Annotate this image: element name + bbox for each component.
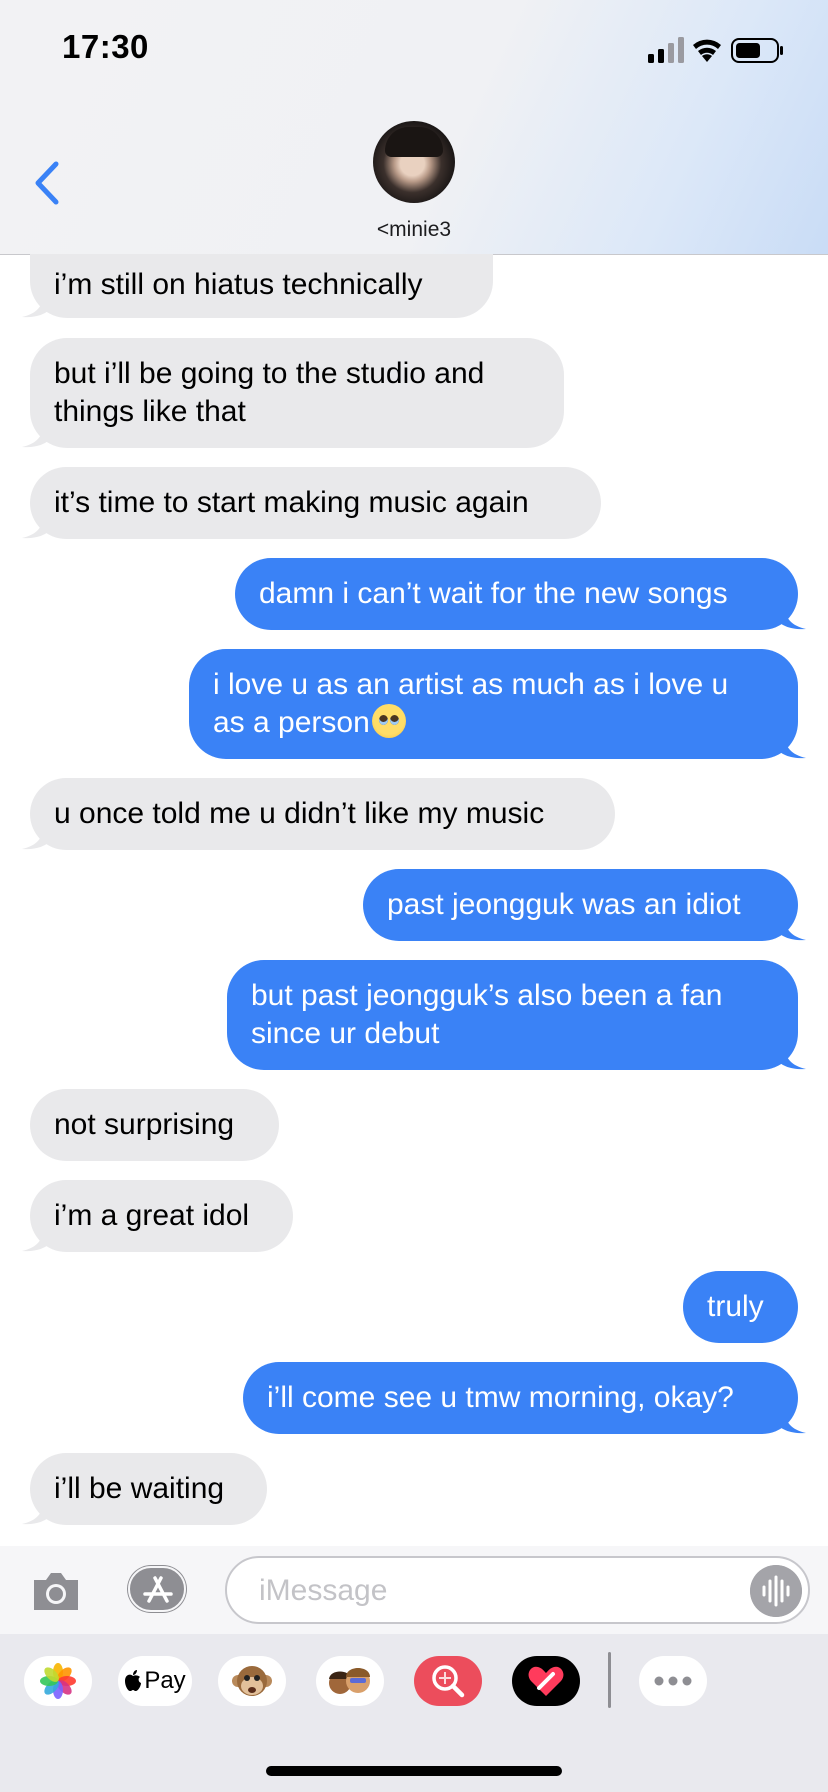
home-indicator[interactable] — [266, 1766, 562, 1776]
photos-app-button[interactable] — [24, 1656, 92, 1706]
outgoing-message[interactable]: i’ll come see u tmw morning, okay? — [243, 1362, 806, 1434]
images-search-button[interactable] — [414, 1656, 482, 1706]
message-text: i’m still on hiatus technically — [54, 268, 423, 301]
message-text: truly — [707, 1290, 764, 1323]
message-text-line: i love u as an artist as much as i love … — [213, 668, 729, 701]
bubble-tail — [776, 915, 806, 941]
bubble-tail — [22, 292, 52, 318]
more-apps-button[interactable] — [639, 1656, 707, 1706]
apple-pay-label: Pay — [144, 1667, 186, 1694]
bubble-tail — [22, 824, 52, 850]
drawer-divider — [608, 1652, 611, 1708]
message-text-line: since ur debut — [251, 1017, 440, 1050]
bubble-tail — [22, 513, 52, 539]
message-text: not surprising — [54, 1108, 235, 1141]
bubble-tail — [776, 1408, 806, 1434]
camera-icon[interactable] — [30, 1568, 82, 1614]
message-text-line: but past jeongguk’s also been a fan — [251, 979, 723, 1012]
outgoing-message[interactable]: but past jeongguk’s also been a fan sinc… — [227, 960, 806, 1070]
outgoing-message[interactable]: damn i can’t wait for the new songs — [235, 558, 806, 630]
message-text: damn i can’t wait for the new songs — [259, 577, 728, 610]
message-text: i’ll come see u tmw morning, okay? — [267, 1381, 734, 1414]
memoji-button[interactable] — [316, 1656, 384, 1706]
apple-pay-button[interactable]: Pay — [118, 1656, 192, 1706]
outgoing-message[interactable]: i love u as an artist as much as i love … — [189, 649, 806, 759]
message-text-line: things like that — [54, 395, 246, 428]
bubble-tail — [776, 1044, 806, 1070]
message-text: it’s time to start making music again — [54, 486, 529, 519]
incoming-message[interactable]: not surprising — [30, 1089, 279, 1161]
message-text: i’m a great idol — [54, 1199, 250, 1232]
message-text: past jeongguk was an idiot — [387, 888, 741, 921]
apple-logo-icon — [125, 1670, 142, 1691]
message-text-line: as a person — [213, 706, 370, 739]
digital-touch-button[interactable] — [512, 1656, 580, 1706]
incoming-message[interactable]: it’s time to start making music again — [22, 467, 601, 539]
outgoing-message[interactable]: past jeongguk was an idiot — [363, 869, 806, 941]
memoji-monkey-icon — [232, 1666, 272, 1696]
photos-icon — [40, 1663, 76, 1699]
bubble-tail — [22, 1226, 52, 1252]
animoji-monkey-button[interactable] — [218, 1656, 286, 1706]
incoming-message[interactable]: i’ll be waiting — [22, 1453, 267, 1525]
message-text-line: but i’ll be going to the studio and — [54, 357, 485, 390]
audio-waveform-icon[interactable] — [750, 1565, 802, 1617]
bubble-tail — [22, 422, 52, 448]
incoming-message[interactable]: i’m a great idol — [22, 1180, 293, 1252]
app-store-icon[interactable] — [127, 1564, 189, 1614]
bubble-tail — [22, 1499, 52, 1525]
message-input-field[interactable] — [225, 1556, 810, 1624]
images-search-icon — [432, 1665, 465, 1698]
memoji-icon — [329, 1668, 370, 1694]
message-text: i’ll be waiting — [54, 1472, 225, 1505]
message-thread: i’m still on hiatus technically but i’ll… — [0, 0, 828, 1792]
incoming-message[interactable]: but i’ll be going to the studio and thin… — [22, 338, 564, 448]
more-icon — [654, 1676, 692, 1686]
bubble-tail — [776, 604, 806, 630]
bubble-tail — [776, 733, 806, 759]
pleading-face-emoji-icon — [371, 704, 406, 738]
outgoing-message[interactable]: truly — [683, 1271, 798, 1343]
incoming-message[interactable]: u once told me u didn’t like my music — [22, 778, 615, 850]
incoming-message[interactable]: i’m still on hiatus technically — [22, 254, 493, 318]
compose-bar — [0, 1546, 828, 1634]
imessage-input[interactable] — [257, 1568, 731, 1614]
message-text: u once told me u didn’t like my music — [54, 797, 545, 830]
digital-touch-icon — [528, 1666, 564, 1696]
